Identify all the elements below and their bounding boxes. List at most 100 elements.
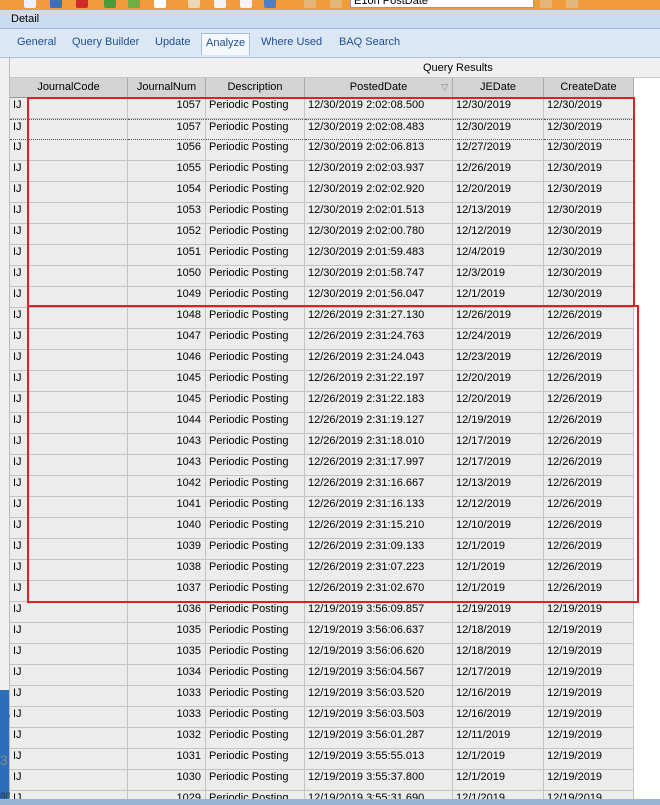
cell-createdate[interactable]: 12/26/2019 — [544, 413, 634, 434]
cell-description[interactable]: Periodic Posting — [206, 770, 305, 791]
cell-posteddate[interactable]: 12/26/2019 2:31:24.043 — [305, 350, 453, 371]
table-row[interactable]: IJ 1039 Periodic Posting 12/26/2019 2:31:09… — [10, 539, 634, 560]
cell-journalnum[interactable]: 1038 — [128, 560, 206, 581]
cell-createdate[interactable]: 12/30/2019 — [544, 287, 634, 308]
cell-journalnum[interactable]: 1044 — [128, 413, 206, 434]
table-row[interactable]: IJ 1036 Periodic Posting 12/19/2019 3:56:09… — [10, 602, 634, 623]
cell-createdate[interactable]: 12/26/2019 — [544, 350, 634, 371]
table-row[interactable]: IJ 1043 Periodic Posting 12/26/2019 2:31:17… — [10, 455, 634, 476]
table-row[interactable]: IJ 1048 Periodic Posting 12/26/2019 2:31:27… — [10, 308, 634, 329]
table-row[interactable]: IJ 1035 Periodic Posting 12/19/2019 3:56:06… — [10, 623, 634, 644]
cell-journalnum[interactable]: 1043 — [128, 434, 206, 455]
cell-createdate[interactable]: 12/30/2019 — [544, 98, 634, 119]
table-row[interactable]: IJ 1049 Periodic Posting 12/30/2019 2:01:56… — [10, 287, 634, 308]
cell-posteddate[interactable]: 12/26/2019 2:31:19.127 — [305, 413, 453, 434]
cell-journalnum[interactable]: 1051 — [128, 245, 206, 266]
save-icon[interactable] — [50, 0, 62, 8]
cell-createdate[interactable]: 12/19/2019 — [544, 770, 634, 791]
cell-journalnum[interactable]: 1052 — [128, 224, 206, 245]
cell-journalnum[interactable]: 1046 — [128, 350, 206, 371]
cell-posteddate[interactable]: 12/19/2019 3:56:06.620 — [305, 644, 453, 665]
cut-icon[interactable] — [188, 0, 200, 8]
cell-posteddate[interactable]: 12/30/2019 2:02:08.500 — [305, 98, 453, 119]
cell-description[interactable]: Periodic Posting — [206, 140, 305, 161]
cell-jedate[interactable]: 12/1/2019 — [453, 770, 544, 791]
cell-jedate[interactable]: 12/18/2019 — [453, 623, 544, 644]
table-row[interactable]: IJ 1050 Periodic Posting 12/30/2019 2:01:58… — [10, 266, 634, 287]
cell-createdate[interactable]: 12/30/2019 — [544, 203, 634, 224]
cell-posteddate[interactable]: 12/26/2019 2:31:07.223 — [305, 560, 453, 581]
cell-journalcode[interactable]: IJ — [10, 476, 128, 497]
cell-createdate[interactable]: 12/19/2019 — [544, 707, 634, 728]
cell-posteddate[interactable]: 12/30/2019 2:01:56.047 — [305, 287, 453, 308]
cell-journalcode[interactable]: IJ — [10, 518, 128, 539]
first-icon[interactable] — [304, 0, 316, 8]
cell-posteddate[interactable]: 12/19/2019 3:55:37.800 — [305, 770, 453, 791]
cell-posteddate[interactable]: 12/26/2019 2:31:16.667 — [305, 476, 453, 497]
cell-posteddate[interactable]: 12/30/2019 2:02:06.813 — [305, 140, 453, 161]
cell-createdate[interactable]: 12/30/2019 — [544, 140, 634, 161]
cell-createdate[interactable]: 12/19/2019 — [544, 665, 634, 686]
table-row[interactable]: IJ 1053 Periodic Posting 12/30/2019 2:02:01… — [10, 203, 634, 224]
cell-createdate[interactable]: 12/26/2019 — [544, 581, 634, 602]
cell-jedate[interactable]: 12/16/2019 — [453, 707, 544, 728]
cell-jedate[interactable]: 12/24/2019 — [453, 329, 544, 350]
cell-journalnum[interactable]: 1034 — [128, 665, 206, 686]
table-row[interactable]: IJ 1054 Periodic Posting 12/30/2019 2:02:02… — [10, 182, 634, 203]
cell-createdate[interactable]: 12/19/2019 — [544, 749, 634, 770]
cell-description[interactable]: Periodic Posting — [206, 581, 305, 602]
cell-createdate[interactable]: 12/26/2019 — [544, 560, 634, 581]
cell-journalcode[interactable]: IJ — [10, 266, 128, 287]
table-row[interactable]: IJ 1055 Periodic Posting 12/30/2019 2:02:03… — [10, 161, 634, 182]
table-row[interactable]: IJ 1056 Periodic Posting 12/30/2019 2:02:06… — [10, 140, 634, 161]
cell-jedate[interactable]: 12/20/2019 — [453, 371, 544, 392]
table-row[interactable]: IJ 1031 Periodic Posting 12/19/2019 3:55:55… — [10, 749, 634, 770]
cell-posteddate[interactable]: 12/19/2019 3:56:06.637 — [305, 623, 453, 644]
cell-jedate[interactable]: 12/23/2019 — [453, 350, 544, 371]
cell-journalcode[interactable]: IJ — [10, 581, 128, 602]
cell-journalnum[interactable]: 1035 — [128, 623, 206, 644]
last-icon[interactable] — [566, 0, 578, 8]
table-row[interactable]: IJ 1033 Periodic Posting 12/19/2019 3:56:03… — [10, 686, 634, 707]
cell-description[interactable]: Periodic Posting — [206, 98, 305, 119]
cell-journalnum[interactable]: 1037 — [128, 581, 206, 602]
cell-createdate[interactable]: 12/30/2019 — [544, 245, 634, 266]
cell-journalnum[interactable]: 1053 — [128, 203, 206, 224]
column-header-journalcode[interactable]: JournalCode — [10, 78, 128, 98]
tab-query-builder[interactable]: Query Builder — [72, 36, 139, 48]
cell-createdate[interactable]: 12/26/2019 — [544, 455, 634, 476]
cell-journalnum[interactable]: 1043 — [128, 455, 206, 476]
cell-journalnum[interactable]: 1045 — [128, 371, 206, 392]
cell-createdate[interactable]: 12/30/2019 — [544, 161, 634, 182]
cell-createdate[interactable]: 12/30/2019 — [544, 224, 634, 245]
cell-journalcode[interactable]: IJ — [10, 602, 128, 623]
tab-general[interactable]: General — [17, 36, 56, 48]
cell-description[interactable]: Periodic Posting — [206, 455, 305, 476]
cell-journalnum[interactable]: 1040 — [128, 518, 206, 539]
cell-jedate[interactable]: 12/12/2019 — [453, 224, 544, 245]
column-header-journalnum[interactable]: JournalNum — [128, 78, 206, 98]
cell-jedate[interactable]: 12/1/2019 — [453, 287, 544, 308]
cell-posteddate[interactable]: 12/19/2019 3:56:09.857 — [305, 602, 453, 623]
cell-description[interactable]: Periodic Posting — [206, 287, 305, 308]
cell-jedate[interactable]: 12/12/2019 — [453, 497, 544, 518]
tab-update[interactable]: Update — [155, 36, 190, 48]
cell-journalnum[interactable]: 1049 — [128, 287, 206, 308]
cell-posteddate[interactable]: 12/19/2019 3:56:03.520 — [305, 686, 453, 707]
cell-description[interactable]: Periodic Posting — [206, 539, 305, 560]
cell-description[interactable]: Periodic Posting — [206, 623, 305, 644]
cell-createdate[interactable]: 12/26/2019 — [544, 308, 634, 329]
cell-createdate[interactable]: 12/26/2019 — [544, 476, 634, 497]
table-row[interactable]: IJ 1057 Periodic Posting 12/30/2019 2:02:08… — [10, 98, 634, 119]
cell-journalcode[interactable]: IJ — [10, 623, 128, 644]
column-header-posteddate[interactable]: PostedDate ▽ — [305, 78, 453, 98]
cell-posteddate[interactable]: 12/30/2019 2:02:03.937 — [305, 161, 453, 182]
cell-journalnum[interactable]: 1035 — [128, 644, 206, 665]
next-icon[interactable] — [540, 0, 552, 8]
cell-jedate[interactable]: 12/1/2019 — [453, 560, 544, 581]
cell-description[interactable]: Periodic Posting — [206, 203, 305, 224]
cell-description[interactable]: Periodic Posting — [206, 245, 305, 266]
cell-journalcode[interactable]: IJ — [10, 392, 128, 413]
cell-description[interactable]: Periodic Posting — [206, 476, 305, 497]
cell-jedate[interactable]: 12/26/2019 — [453, 308, 544, 329]
